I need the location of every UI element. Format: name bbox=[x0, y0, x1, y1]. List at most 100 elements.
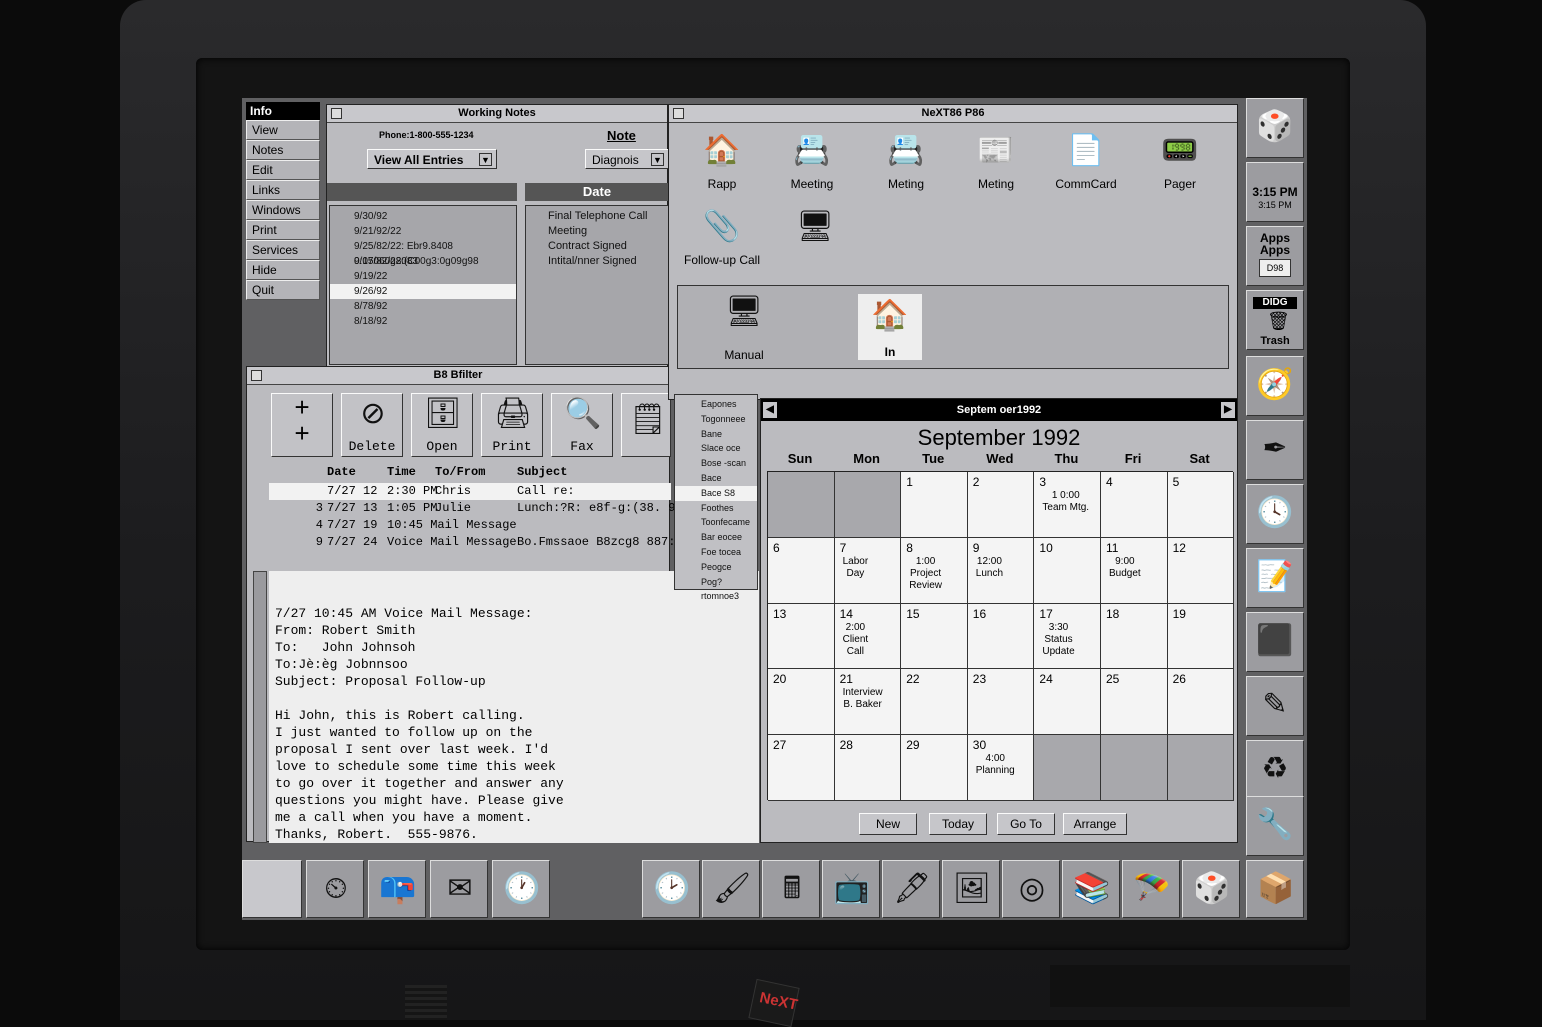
side-list-item[interactable]: Togonneee bbox=[675, 412, 757, 427]
calendar-day[interactable]: 16 bbox=[967, 603, 1035, 670]
today-button[interactable]: Today bbox=[929, 813, 987, 835]
calendar-day[interactable]: 22 bbox=[901, 669, 968, 736]
side-list-item[interactable]: Foe tocea bbox=[675, 545, 757, 560]
calendar-day[interactable]: 30 4:00 Planning bbox=[967, 735, 1035, 801]
shelf-tile-pen[interactable]: 🖋 bbox=[882, 860, 940, 918]
menu-item-quit[interactable]: Quit bbox=[246, 280, 320, 300]
app-icon-commcard[interactable]: 📄 CommCard bbox=[1041, 133, 1131, 203]
calendar-day[interactable]: 17 3:30 Status Update bbox=[1034, 603, 1101, 670]
delete-button[interactable]: ⊘ Delete bbox=[341, 393, 403, 457]
shelf-tile-cube[interactable]: 🎲 bbox=[1182, 860, 1240, 918]
dock-tile-apps[interactable]: Apps Apps D98 bbox=[1246, 226, 1304, 286]
dock-tile-recycle[interactable]: ♻ bbox=[1246, 740, 1304, 800]
calendar-event[interactable]: 4:00 Planning bbox=[976, 753, 1015, 777]
view-entries-popup[interactable]: View All Entries ▼ bbox=[367, 149, 497, 169]
calendar-event[interactable]: 9:00 Budget bbox=[1109, 556, 1141, 580]
calendar-day[interactable]: 25 bbox=[1101, 669, 1168, 736]
working-notes-titlebar[interactable]: Working Notes bbox=[327, 105, 667, 123]
dock-tile-workspace[interactable]: 🎲 bbox=[1246, 98, 1304, 158]
menu-item-print[interactable]: Print bbox=[246, 220, 320, 240]
calendar-day[interactable]: 21 Interview B. Baker bbox=[834, 669, 902, 736]
shelf-tile-mailbox[interactable]: 📪 bbox=[368, 860, 426, 918]
go-to-button[interactable]: Go To bbox=[997, 813, 1055, 835]
calendar-day[interactable]: 26 bbox=[1167, 669, 1235, 736]
entry-list-item[interactable]: Contract Signed bbox=[526, 239, 668, 254]
menu-item-notes[interactable]: Notes bbox=[246, 140, 320, 160]
close-icon[interactable] bbox=[251, 370, 262, 381]
dock-tile-notes[interactable]: ✎ bbox=[1246, 676, 1304, 736]
app-icon-rapp[interactable]: 🏠 Rapp bbox=[677, 133, 767, 203]
shelf-tile-letter[interactable]: ✉ bbox=[430, 860, 488, 918]
menu-item-services[interactable]: Services bbox=[246, 240, 320, 260]
calendar-day[interactable]: 7 Labor Day bbox=[834, 537, 902, 604]
table-row[interactable]: 9 7/27 24 Voice Mail Message Bo.Fmssaoe B8z… bbox=[269, 534, 697, 551]
entry-list[interactable]: Final Telephone Call Meeting Contract Sign… bbox=[525, 205, 669, 365]
app-icon-meting[interactable]: 📰 Meting bbox=[951, 133, 1041, 203]
entry-list-item[interactable]: Final Telephone Call bbox=[526, 209, 668, 224]
calendar-day[interactable]: 28 bbox=[834, 735, 902, 801]
app-icon-pager[interactable]: 📟 Pager bbox=[1135, 133, 1225, 203]
side-list-item[interactable]: Toonfecame bbox=[675, 515, 757, 530]
close-icon[interactable] bbox=[331, 108, 342, 119]
calendar-day[interactable]: 10 bbox=[1034, 537, 1101, 604]
date-list-item[interactable]: 9/19/22 bbox=[330, 269, 516, 284]
date-list-item[interactable]: 9/25/82/22: Ebr9.8408 0:07060g8083 bbox=[330, 239, 516, 267]
calendar-day[interactable]: 19 bbox=[1167, 603, 1235, 670]
calendar-day[interactable]: 24 bbox=[1034, 669, 1101, 736]
dock-tile-compass[interactable]: 🧭 bbox=[1246, 356, 1304, 416]
calendar-event[interactable]: 1:00 Project Review bbox=[909, 556, 942, 592]
b8-bfilter-titlebar[interactable]: B8 Bfilter bbox=[247, 367, 669, 385]
dock-tile-draw[interactable]: ✒ bbox=[1246, 420, 1304, 480]
date-list-item[interactable]: 9/15/82/22:(C00g3:0g09g98 bbox=[330, 254, 516, 269]
new-button[interactable]: New bbox=[859, 813, 917, 835]
add-button[interactable]: + + bbox=[271, 393, 333, 457]
close-icon[interactable] bbox=[673, 108, 684, 119]
calendar-event[interactable]: 12:00 Lunch bbox=[976, 556, 1003, 580]
dock-tile-edit[interactable]: 📝 bbox=[1246, 548, 1304, 608]
side-list-item[interactable]: Bose -scan bbox=[675, 456, 757, 471]
calendar-day[interactable]: 29 bbox=[901, 735, 968, 801]
diagnosis-popup[interactable]: Diagnois ▼ bbox=[585, 149, 669, 169]
date-list[interactable]: 9/30/92 9/21/92/22 9/25/82/22: Ebr9.8408 0… bbox=[329, 205, 517, 365]
side-list-item[interactable]: Bane bbox=[675, 427, 757, 442]
calendar-event[interactable]: Labor Day bbox=[843, 556, 869, 580]
open-button[interactable]: 🗄 Open bbox=[411, 393, 473, 457]
entry-list-item[interactable]: Intital/nner Signed bbox=[526, 254, 668, 269]
shelf-tile-gauge[interactable]: ⏲ bbox=[306, 860, 364, 918]
notepad-button[interactable]: 🗒 bbox=[621, 393, 671, 457]
date-list-item[interactable]: 9/21/92/22 bbox=[330, 224, 516, 239]
calendar-day[interactable]: 18 bbox=[1101, 603, 1168, 670]
date-list-item[interactable]: 8/78/92 bbox=[330, 299, 516, 314]
dock-tile-clock[interactable]: 3:15 PM 3:15 PM bbox=[1246, 162, 1304, 222]
calendar-day[interactable]: 4 bbox=[1101, 472, 1168, 538]
in-selected[interactable]: 🏠 In bbox=[858, 294, 922, 360]
date-list-item[interactable]: 9/26/92 bbox=[330, 284, 516, 299]
shelf-tile-clock[interactable]: 🕐 bbox=[492, 860, 550, 918]
date-list-item[interactable]: 9/30/92 bbox=[330, 209, 516, 224]
table-row[interactable]: 7/27 12 2:30 PM Chris Call re: bbox=[269, 483, 671, 500]
dock-tile-trash[interactable]: DIDG Trash 🗑 bbox=[1246, 290, 1304, 350]
shelf-tile-brush[interactable]: 🖌 bbox=[702, 860, 760, 918]
message-table[interactable]: Date Time To/From Subject 7/27 12 2:30 PM… bbox=[269, 465, 697, 565]
shelf-tile-image[interactable]: 🖼 bbox=[942, 860, 1000, 918]
print-button[interactable]: 🖨 Print bbox=[481, 393, 543, 457]
entry-list-item[interactable]: Meeting bbox=[526, 224, 668, 239]
side-list-item[interactable]: Bar eocee bbox=[675, 530, 757, 545]
next86-titlebar[interactable]: NeXT86 P86 bbox=[669, 105, 1237, 123]
next-month-button[interactable]: ▶ bbox=[1221, 402, 1235, 418]
menu-item-view[interactable]: View bbox=[246, 120, 320, 140]
app-icon-meting[interactable]: 📇 Meting bbox=[861, 133, 951, 203]
shelf-tile-boxes[interactable]: 📦 bbox=[1246, 860, 1304, 918]
workstation-icon[interactable]: 🖥 bbox=[781, 209, 851, 273]
calendar-day[interactable]: 27 bbox=[768, 735, 835, 801]
shelf-tile-clock2[interactable]: 🕑 bbox=[642, 860, 700, 918]
calendar-day[interactable]: 12 bbox=[1167, 537, 1235, 604]
shelf-tile-target[interactable]: ◎ bbox=[1002, 860, 1060, 918]
shelf-tile-calculator[interactable]: 🖩 bbox=[762, 860, 820, 918]
table-row[interactable]: 4 7/27 19 10:45 Mail Message bbox=[269, 517, 671, 534]
calendar-event[interactable]: 1 0:00 Team Mtg. bbox=[1042, 490, 1089, 514]
date-list-item[interactable]: 8/18/92 bbox=[330, 314, 516, 329]
shelf-tile-blank[interactable] bbox=[242, 860, 302, 918]
calendar-event[interactable]: 2:00 Client Call bbox=[843, 622, 869, 658]
calendar-day[interactable]: 9 12:00 Lunch bbox=[967, 537, 1035, 604]
